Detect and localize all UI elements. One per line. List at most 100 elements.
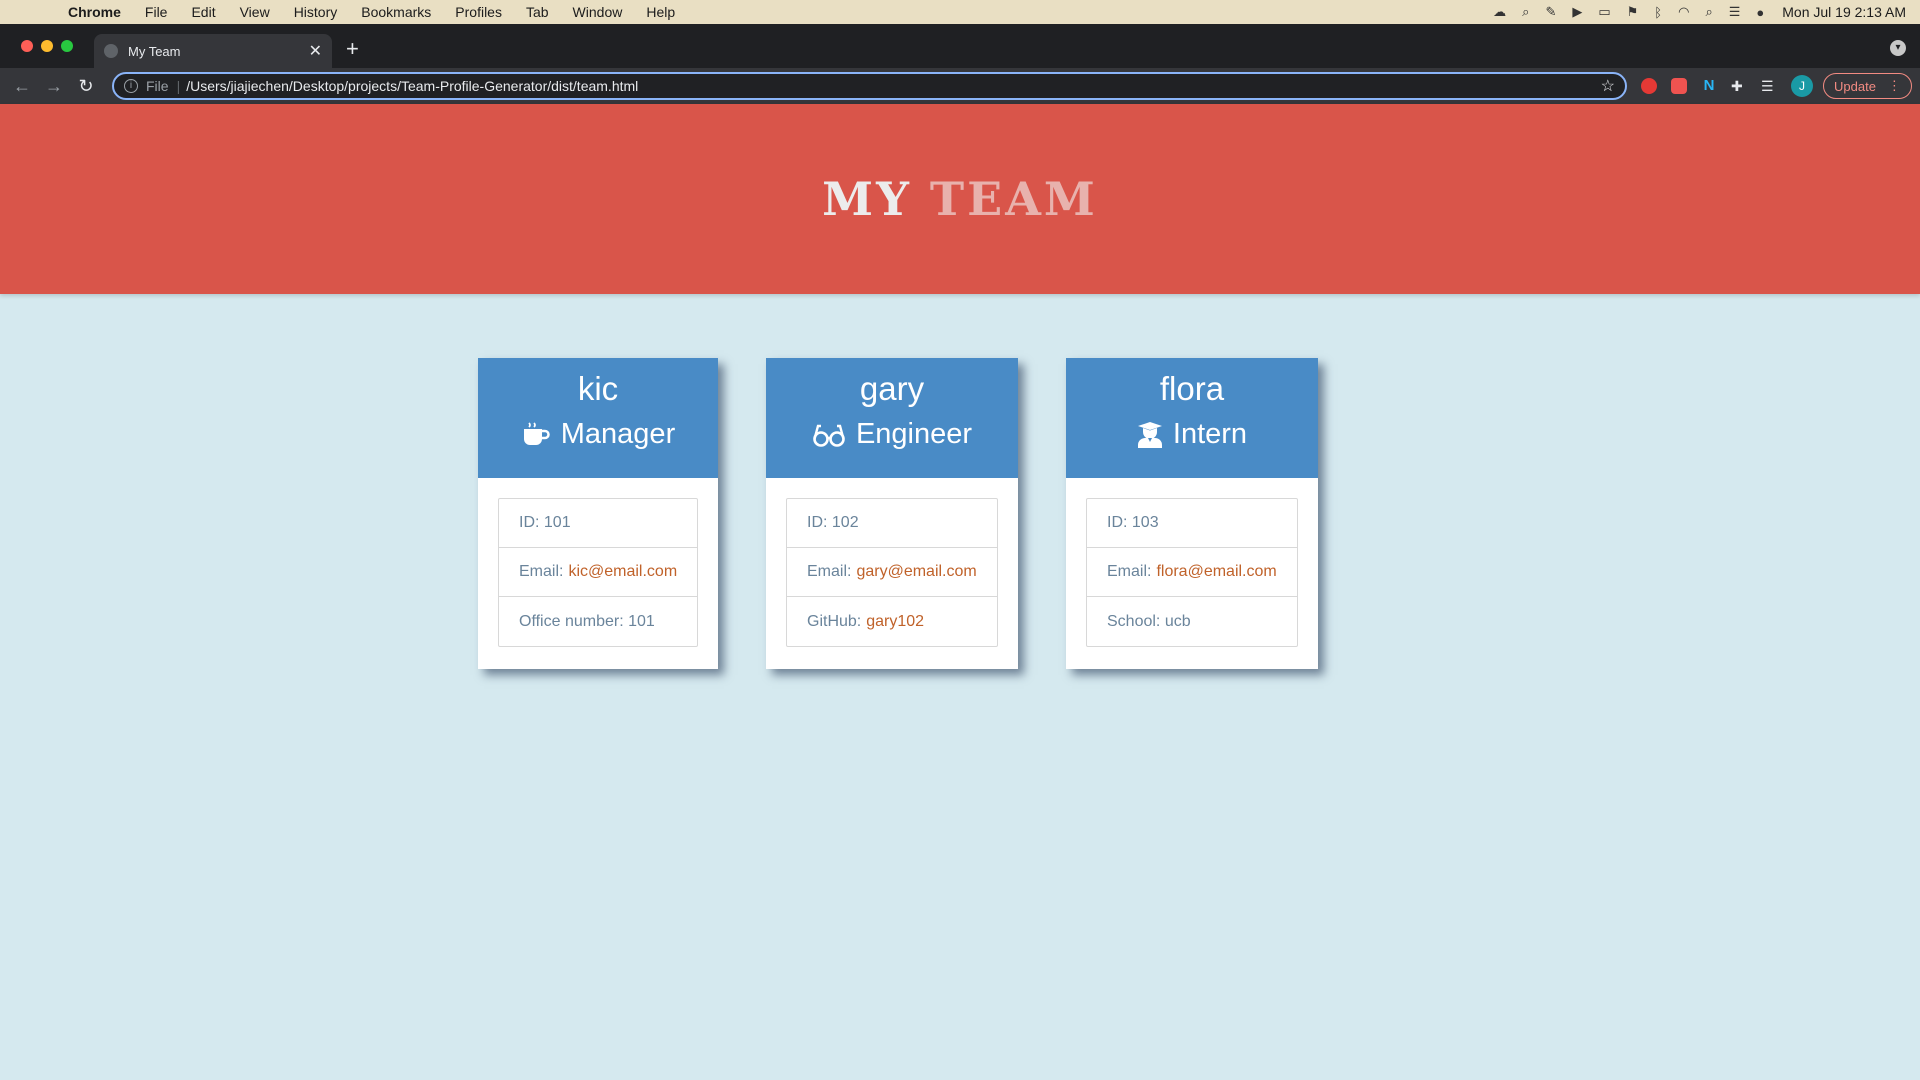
employee-details: ID: 103 Email: flora@email.com School: u… (1086, 498, 1298, 647)
page-title-word-1: MY (822, 172, 912, 226)
close-tab-icon[interactable]: ✕ (309, 41, 322, 61)
battery-icon[interactable]: ▭ (1598, 4, 1610, 20)
profile-avatar[interactable]: J (1791, 75, 1813, 97)
macos-menubar: Chrome File Edit View History Bookmarks … (0, 0, 1920, 24)
address-url[interactable]: /Users/jiajiechen/Desktop/projects/Team-… (186, 78, 1600, 94)
zoom-window-button[interactable] (61, 40, 73, 52)
employee-email-row: Email: flora@email.com (1087, 548, 1297, 597)
employee-role: Intern (1066, 418, 1318, 451)
menu-history[interactable]: History (282, 4, 350, 20)
coffee-icon (523, 421, 550, 445)
email-label: Email: (519, 563, 564, 580)
menu-profiles[interactable]: Profiles (443, 4, 514, 20)
play-icon[interactable]: ▶ (1572, 4, 1582, 20)
extension-n-icon[interactable]: N (1701, 78, 1717, 94)
employee-name: gary (859, 370, 925, 407)
employee-role: Manager (478, 418, 718, 451)
card-body: ID: 103 Email: flora@email.com School: u… (1066, 478, 1318, 669)
employee-role-label: Engineer (855, 418, 973, 450)
employee-role-label: Intern (1172, 418, 1248, 450)
tab-search-icon[interactable]: ▾ (1890, 40, 1906, 56)
menu-view[interactable]: View (228, 4, 282, 20)
employee-email-row: Email: kic@email.com (499, 548, 697, 597)
bookmark-star-icon[interactable]: ☆ (1601, 76, 1615, 96)
address-separator: | (176, 78, 181, 94)
close-window-button[interactable] (21, 40, 33, 52)
siri-icon[interactable]: ● (1756, 5, 1764, 20)
employee-card-manager: kic Manager ID: 101 Email: kic@email.com (478, 358, 718, 669)
update-label: Update (1834, 78, 1876, 94)
back-button[interactable]: ← (6, 76, 38, 97)
office-number: Office number: 101 (519, 612, 655, 630)
flag-icon[interactable]: ⚑ (1627, 4, 1639, 20)
employee-email-row: Email: gary@email.com (787, 548, 997, 597)
page-viewport: MY TEAM kic Manager ID: 101 Email: kic@e… (0, 104, 1920, 1080)
email-link[interactable]: kic@email.com (568, 563, 677, 581)
graduate-icon (1137, 421, 1162, 448)
github-label: GitHub: (807, 612, 862, 630)
new-tab-button[interactable]: + (346, 36, 359, 62)
menu-app-chrome[interactable]: Chrome (56, 4, 133, 20)
browser-tab-strip: My Team ✕ + ▾ (0, 24, 1920, 68)
extension-video-icon[interactable] (1671, 78, 1687, 94)
email-link[interactable]: flora@email.com (1156, 563, 1276, 581)
card-header: kic Manager (478, 358, 718, 478)
tab-my-team[interactable]: My Team ✕ (94, 34, 332, 68)
spotlight-icon[interactable]: ⌕ (1705, 4, 1712, 20)
bluetooth-icon[interactable]: ᛒ (1654, 5, 1662, 20)
info-icon[interactable]: i (124, 79, 138, 93)
employee-name: flora (1159, 370, 1225, 407)
forward-button[interactable]: → (38, 76, 70, 97)
menu-tab[interactable]: Tab (514, 4, 561, 20)
menu-window[interactable]: Window (561, 4, 635, 20)
employee-role: Engineer (766, 418, 1018, 451)
extension-red-icon[interactable] (1641, 78, 1657, 94)
github-link[interactable]: gary102 (866, 613, 924, 631)
employee-details: ID: 101 Email: kic@email.com Office numb… (498, 498, 698, 647)
card-body: ID: 101 Email: kic@email.com Office numb… (478, 478, 718, 669)
employee-details: ID: 102 Email: gary@email.com GitHub: ga… (786, 498, 998, 647)
menubar-clock[interactable]: Mon Jul 19 2:13 AM (1782, 4, 1906, 20)
extensions-puzzle-icon[interactable]: ✚ (1731, 78, 1747, 94)
wifi-icon[interactable]: ◠ (1678, 4, 1689, 20)
menu-bookmarks[interactable]: Bookmarks (349, 4, 443, 20)
reading-list-icon[interactable]: ☰ (1761, 78, 1777, 94)
globe-icon (104, 44, 118, 58)
email-label: Email: (807, 563, 852, 580)
page-title: MY TEAM (822, 172, 1098, 226)
github-row: GitHub: gary102 (787, 597, 997, 646)
creative-cloud-icon[interactable]: ☁ (1493, 4, 1506, 20)
email-link[interactable]: gary@email.com (856, 563, 976, 581)
address-scheme: File (146, 78, 169, 94)
school: School: ucb (1107, 612, 1191, 630)
page-header: MY TEAM (0, 104, 1920, 294)
update-button[interactable]: Update ⋮ (1823, 73, 1912, 99)
address-bar[interactable]: i File | /Users/jiajiechen/Desktop/proje… (112, 72, 1627, 100)
employee-card-engineer: gary Engineer ID: 102 Email: gary@email.… (766, 358, 1018, 669)
employee-id: ID: 102 (787, 499, 997, 548)
glasses-icon (813, 424, 845, 447)
team-cards: kic Manager ID: 101 Email: kic@email.com (0, 358, 1920, 669)
reload-button[interactable]: ↻ (70, 76, 102, 97)
email-label: Email: (1107, 563, 1152, 580)
menu-file[interactable]: File (133, 4, 180, 20)
status-area: ☁ ⌕ ✎ ▶ ▭ ⚑ ᛒ ◠ ⌕ ☰ ● Mon Jul 19 2:13 AM (1485, 4, 1920, 20)
employee-name: kic (577, 370, 619, 407)
menu-edit[interactable]: Edit (179, 4, 227, 20)
search-text-icon[interactable]: ⌕ (1522, 4, 1529, 20)
page-title-word-2: TEAM (929, 172, 1098, 226)
employee-role-label: Manager (560, 418, 676, 450)
card-body: ID: 102 Email: gary@email.com GitHub: ga… (766, 478, 1018, 669)
menu-help[interactable]: Help (634, 4, 687, 20)
browser-toolbar: ← → ↻ i File | /Users/jiajiechen/Desktop… (0, 68, 1920, 104)
card-header: flora Intern (1066, 358, 1318, 478)
tab-title: My Team (128, 43, 181, 59)
employee-card-intern: flora Intern ID: 103 Email: flora@email.… (1066, 358, 1318, 669)
minimize-window-button[interactable] (41, 40, 53, 52)
card-header: gary Engineer (766, 358, 1018, 478)
control-center-icon[interactable]: ☰ (1729, 4, 1741, 20)
tool-icon[interactable]: ✎ (1545, 4, 1556, 20)
employee-id: ID: 103 (1087, 499, 1297, 548)
employee-id: ID: 101 (499, 499, 697, 548)
menu-dots-icon: ⋮ (1887, 78, 1901, 93)
